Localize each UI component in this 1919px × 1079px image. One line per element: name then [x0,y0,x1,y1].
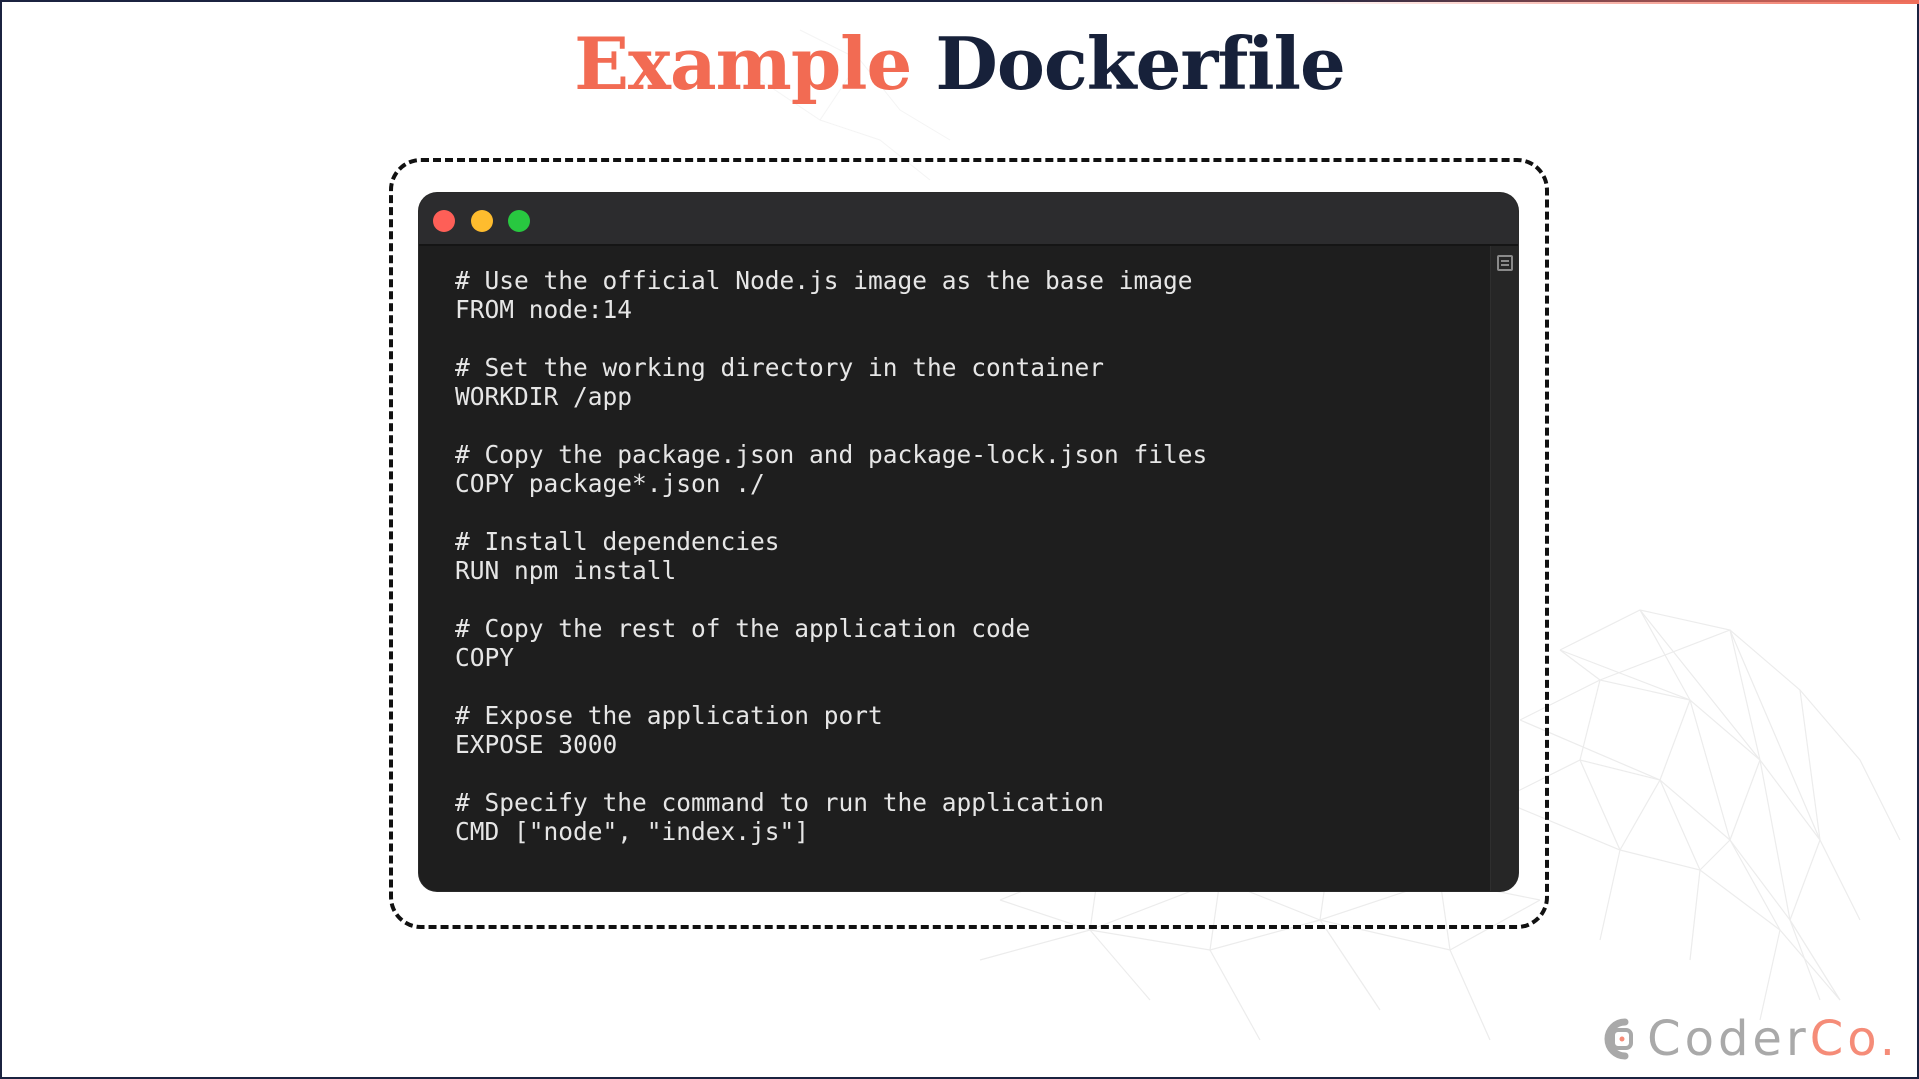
logo-wordmark: CoderCo. [1647,1011,1899,1067]
logo-wordmark-accent: Co. [1809,1011,1899,1067]
terminal-scrollbar[interactable] [1490,246,1518,891]
code-comment-line: # Install dependencies [455,527,780,556]
code-comment-line: # Set the working directory in the conta… [455,353,1105,382]
terminal-titlebar [419,193,1518,246]
code-blank-line [455,498,1207,527]
code-instruction-line: EXPOSE 3000 [455,730,618,759]
title-main-word: Dockerfile [935,21,1345,106]
close-window-button[interactable] [433,210,455,232]
code-blank-line [455,324,1207,353]
code-instruction-line: RUN npm install [455,556,677,585]
coderco-logo-icon [1604,1018,1634,1060]
code-comment-line: # Copy the rest of the application code [455,614,1031,643]
code-blank-line [455,411,1207,440]
coderco-logo: CoderCo. [1595,1009,1899,1069]
code-blank-line [455,585,1207,614]
page-title: Example Dockerfile [0,14,1919,114]
code-blank-line [455,759,1207,788]
code-instruction-line: COPY [455,643,515,672]
code-blank-line [455,672,1207,701]
maximize-window-button[interactable] [508,210,530,232]
code-block: # Use the official Node.js image as the … [455,266,1207,846]
code-comment-line: # Copy the package.json and package-lock… [455,440,1208,469]
code-instruction-line: FROM node:14 [455,295,633,324]
title-accent-word: Example [574,21,912,106]
code-comment-line: # Expose the application port [455,701,883,730]
code-instruction-line: COPY package*.json ./ [455,469,765,498]
code-comment-line: # Specify the command to run the applica… [455,788,1105,817]
code-comment-line: # Use the official Node.js image as the … [455,266,1193,295]
code-instruction-line: WORKDIR /app [455,382,633,411]
slide-frame-accent [1279,0,1919,4]
split-pane-icon[interactable] [1497,255,1513,271]
minimize-window-button[interactable] [471,210,493,232]
code-instruction-line: CMD ["node", "index.js"] [455,817,810,846]
terminal-window: # Use the official Node.js image as the … [419,193,1518,891]
logo-wordmark-main: Coder [1647,1011,1810,1067]
